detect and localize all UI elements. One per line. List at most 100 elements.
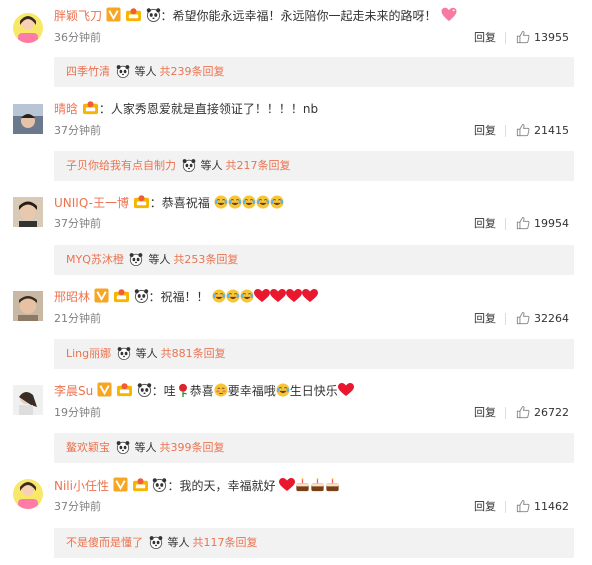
laugh-cry-emoji-icon <box>242 195 256 209</box>
sub-reply-count[interactable]: 共217条回复 <box>226 159 291 172</box>
reply-button[interactable]: 回复 <box>474 405 496 421</box>
cake-emoji-icon <box>295 478 310 492</box>
avatar[interactable] <box>13 13 43 43</box>
panda-emoji-icon <box>117 346 131 360</box>
comment-text-part: 哇 <box>163 384 176 398</box>
panda-emoji-icon <box>182 158 196 172</box>
like-count: 13955 <box>534 31 569 44</box>
sub-reply-suffix: 等人 <box>167 536 190 549</box>
sub-reply-user[interactable]: MYQ苏沐橙 <box>66 253 124 266</box>
red-heart-icon <box>270 289 286 303</box>
comment-text: 祝福！！ <box>160 290 209 304</box>
red-heart-icon <box>302 289 318 303</box>
username[interactable]: 晴晗 <box>54 102 78 116</box>
reply-button[interactable]: 回复 <box>474 30 496 46</box>
panda-emoji-icon <box>146 7 161 22</box>
red-heart-icon <box>286 289 302 303</box>
username[interactable]: Nili小任性 <box>54 479 109 493</box>
fans-badge-icon <box>133 194 150 209</box>
comment-time: 36分钟前 <box>54 31 101 44</box>
comment-text-part: 生日快乐 <box>289 384 338 398</box>
sub-reply-user[interactable]: 四季竹清 <box>66 65 110 78</box>
thumbs-up-icon <box>516 405 530 419</box>
reply-button[interactable]: 回复 <box>474 123 496 139</box>
thumbs-up-icon <box>516 30 530 44</box>
avatar-image <box>13 479 43 509</box>
avatar[interactable] <box>13 479 43 509</box>
sub-replies[interactable]: Ling丽娜 等人 共881条回复 <box>54 339 574 369</box>
like-count: 26722 <box>534 406 569 419</box>
comment-time: 37分钟前 <box>54 124 101 137</box>
like-button[interactable]: 13955 <box>516 30 569 46</box>
thumbs-up-icon <box>516 311 530 325</box>
username[interactable]: 胖颖飞刀 <box>54 9 102 23</box>
username[interactable]: 邢昭林 <box>54 290 90 304</box>
sub-reply-count[interactable]: 共239条回复 <box>160 65 225 78</box>
sub-replies[interactable]: 子贝你给我有点自制力 等人 共217条回复 <box>54 151 574 181</box>
avatar[interactable] <box>13 385 43 415</box>
username[interactable]: UNIIQ-王一博 <box>54 196 129 210</box>
heart-emoji-icon <box>440 7 458 22</box>
thumbs-up-icon <box>516 499 530 513</box>
avatar-image <box>13 291 43 321</box>
sub-reply-count[interactable]: 共881条回复 <box>161 347 226 360</box>
sub-reply-count[interactable]: 共117条回复 <box>193 536 258 549</box>
sub-reply-suffix: 等人 <box>200 159 223 172</box>
comment-text: 人家秀恩爱就是直接领证了！！！！nb <box>110 102 319 116</box>
sub-reply-user[interactable]: 不是傻而是懂了 <box>66 536 143 549</box>
avatar-image <box>13 385 43 415</box>
comment-time: 37分钟前 <box>54 217 101 230</box>
avatar[interactable] <box>13 104 43 134</box>
panda-emoji-icon <box>116 64 130 78</box>
like-button[interactable]: 11462 <box>516 499 569 515</box>
like-count: 32264 <box>534 312 569 325</box>
like-button[interactable]: 19954 <box>516 216 569 232</box>
verified-v-icon <box>113 477 128 492</box>
avatar-image <box>13 13 43 43</box>
like-count: 21415 <box>534 124 569 137</box>
avatar-image <box>13 104 43 134</box>
comment-text-part: 要幸福哦 <box>227 384 276 398</box>
red-heart-icon <box>254 289 270 303</box>
sub-reply-suffix: 等人 <box>148 253 171 266</box>
laugh-cry-emoji-icon <box>226 289 240 303</box>
laugh-cry-emoji-icon <box>276 383 290 397</box>
panda-emoji-icon <box>129 252 143 266</box>
panda-emoji-icon <box>134 288 149 303</box>
sub-replies[interactable]: 不是傻而是懂了 等人 共117条回复 <box>54 528 574 558</box>
rose-emoji-icon <box>176 383 190 397</box>
laugh-cry-emoji-icon <box>240 289 254 303</box>
avatar[interactable] <box>13 197 43 227</box>
username[interactable]: 李晨Su <box>54 384 93 398</box>
like-button[interactable]: 26722 <box>516 405 569 421</box>
blush-emoji-icon <box>214 383 228 397</box>
sub-reply-user[interactable]: Ling丽娜 <box>66 347 111 360</box>
laugh-cry-emoji-icon <box>228 195 242 209</box>
sub-reply-suffix: 等人 <box>134 65 157 78</box>
like-button[interactable]: 32264 <box>516 311 569 327</box>
reply-button[interactable]: 回复 <box>474 311 496 327</box>
reply-button[interactable]: 回复 <box>474 499 496 515</box>
laugh-cry-emoji-icon <box>212 289 226 303</box>
cake-emoji-icon <box>310 478 325 492</box>
panda-emoji-icon <box>152 477 167 492</box>
red-heart-icon <box>279 478 295 492</box>
like-count: 11462 <box>534 500 569 513</box>
sub-replies[interactable]: 四季竹清 等人 共239条回复 <box>54 57 574 87</box>
panda-emoji-icon <box>149 535 163 549</box>
avatar[interactable] <box>13 291 43 321</box>
like-button[interactable]: 21415 <box>516 123 569 139</box>
sub-replies[interactable]: 鳌欢颖宝 等人 共399条回复 <box>54 433 574 463</box>
red-heart-icon <box>338 383 354 397</box>
sub-reply-user[interactable]: 子贝你给我有点自制力 <box>66 159 176 172</box>
fans-badge-icon <box>82 100 99 115</box>
sub-replies[interactable]: MYQ苏沐橙 等人 共253条回复 <box>54 245 574 275</box>
reply-button[interactable]: 回复 <box>474 216 496 232</box>
verified-v-icon <box>94 288 109 303</box>
sub-reply-count[interactable]: 共253条回复 <box>173 253 238 266</box>
divider <box>505 501 506 513</box>
thumbs-up-icon <box>516 216 530 230</box>
avatar-image <box>13 197 43 227</box>
sub-reply-user[interactable]: 鳌欢颖宝 <box>66 441 110 454</box>
sub-reply-count[interactable]: 共399条回复 <box>160 441 225 454</box>
